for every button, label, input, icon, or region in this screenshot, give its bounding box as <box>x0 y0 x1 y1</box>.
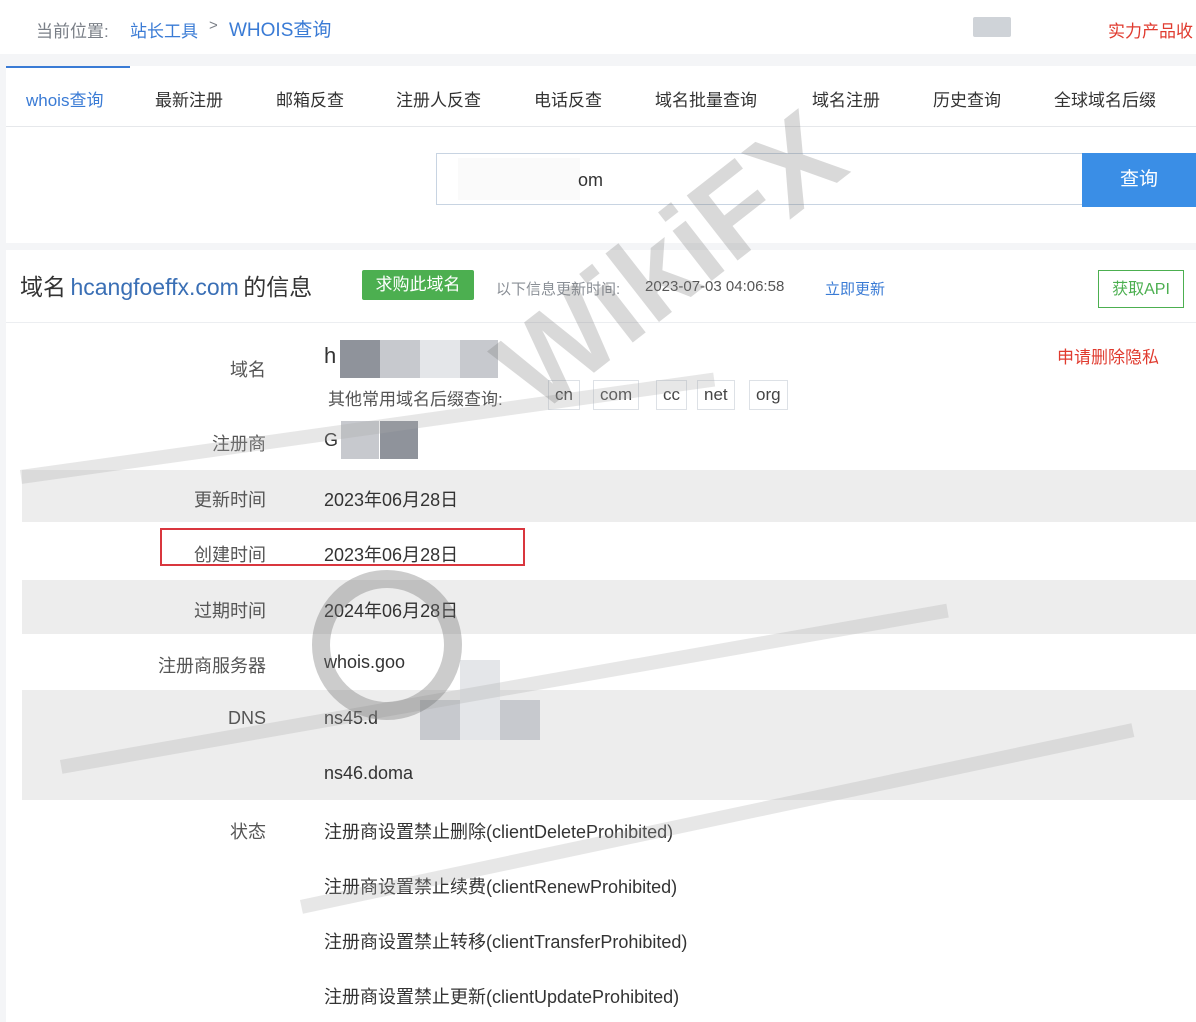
status-value-3: 注册商设置禁止转移(clientTransferProhibited) <box>324 932 688 952</box>
suffix-cn[interactable]: cn <box>548 380 580 410</box>
updated-date-value: 2023年06月28日 <box>324 490 459 510</box>
active-tab-underline <box>6 66 130 68</box>
status-label: 状态 <box>230 822 266 842</box>
redacted-block <box>380 340 420 378</box>
delete-privacy-link[interactable]: 申请删除隐私 <box>1057 343 1159 368</box>
tab-global-suffix[interactable]: 全球域名后缀 <box>1054 86 1156 111</box>
tab-phone-reverse[interactable]: 电话反查 <box>534 86 602 111</box>
tab-email-reverse[interactable]: 邮箱反查 <box>276 86 344 111</box>
page: 当前位置: 站长工具 > WHOIS查询 实力产品收 whois查询 最新注册 … <box>0 0 1196 1022</box>
redacted-block <box>460 340 498 378</box>
suffix-org[interactable]: org <box>749 380 788 410</box>
title-divider <box>6 322 1196 323</box>
suffix-com[interactable]: com <box>593 380 640 410</box>
tab-bar: whois查询 最新注册 邮箱反查 注册人反查 电话反查 域名批量查询 域名注册… <box>6 66 1196 127</box>
info-title-prefix: 域名 <box>20 274 66 300</box>
registrar-label: 注册商 <box>212 434 266 454</box>
buy-domain-button[interactable]: 求购此域名 <box>362 270 474 300</box>
toolbar-image-icon[interactable] <box>973 17 1011 37</box>
dns-label: DNS <box>227 708 266 728</box>
redacted-block <box>341 421 379 459</box>
status-value-1: 注册商设置禁止删除(clientDeleteProhibited) <box>324 822 674 842</box>
search-button[interactable]: 查询 <box>1082 153 1196 207</box>
redacted-block <box>420 340 460 378</box>
tab-whois[interactable]: whois查询 <box>26 86 103 111</box>
search-redacted-area <box>458 158 580 200</box>
whois-server-value: whois.goo <box>324 652 406 672</box>
domain-label: 域名 <box>230 360 266 380</box>
top-promo-link[interactable]: 实力产品收 <box>1108 17 1193 42</box>
updated-time: 2023-07-03 04:06:58 <box>645 278 785 295</box>
info-title-suffix: 的信息 <box>243 274 313 300</box>
breadcrumb-separator: > <box>209 17 218 34</box>
tab-batch-query[interactable]: 域名批量查询 <box>655 86 757 111</box>
dns-value-1: ns45.d <box>324 708 379 728</box>
breadcrumb-label: 当前位置: <box>36 22 109 41</box>
info-title: 域名 hcangfoeffx.com 的信息 <box>20 268 312 302</box>
updated-date-label: 更新时间 <box>194 490 266 510</box>
domain-value: h <box>324 343 337 368</box>
tab-history[interactable]: 历史查询 <box>933 86 1001 111</box>
tab-registrant-reverse[interactable]: 注册人反查 <box>396 86 481 111</box>
refresh-link[interactable]: 立即更新 <box>825 278 885 299</box>
breadcrumb-current[interactable]: WHOIS查询 <box>229 15 331 42</box>
get-api-button[interactable]: 获取API <box>1098 270 1184 308</box>
redacted-block <box>460 660 500 700</box>
registrar-value: G <box>324 430 339 450</box>
redacted-block <box>340 340 380 378</box>
suffix-query-label: 其他常用域名后缀查询: <box>328 390 503 409</box>
highlight-annotation-box <box>160 528 525 566</box>
redacted-block <box>380 421 418 459</box>
expires-date-value: 2024年06月28日 <box>324 601 459 621</box>
status-value-4: 注册商设置禁止更新(clientUpdateProhibited) <box>324 987 680 1007</box>
dns-value-2: ns46.doma <box>324 763 414 783</box>
expires-date-label: 过期时间 <box>194 601 266 621</box>
tab-domain-register[interactable]: 域名注册 <box>812 86 880 111</box>
breadcrumb-bar: 当前位置: 站长工具 > WHOIS查询 实力产品收 <box>0 0 1196 54</box>
updated-label: 以下信息更新时间: <box>496 281 621 298</box>
info-title-domain: hcangfoeffx.com <box>70 274 239 300</box>
search-input-value[interactable]: om <box>578 170 603 191</box>
redacted-block <box>500 700 540 740</box>
status-value-2: 注册商设置禁止续费(clientRenewProhibited) <box>324 877 678 897</box>
whois-server-label: 注册商服务器 <box>158 656 266 676</box>
breadcrumb-home-link[interactable]: 站长工具 <box>130 17 198 42</box>
redacted-block <box>420 700 460 740</box>
suffix-net[interactable]: net <box>697 380 735 410</box>
redacted-block <box>460 700 500 740</box>
row-stripe <box>22 690 1196 800</box>
tab-latest-registration[interactable]: 最新注册 <box>155 86 223 111</box>
suffix-cc[interactable]: cc <box>656 380 687 410</box>
